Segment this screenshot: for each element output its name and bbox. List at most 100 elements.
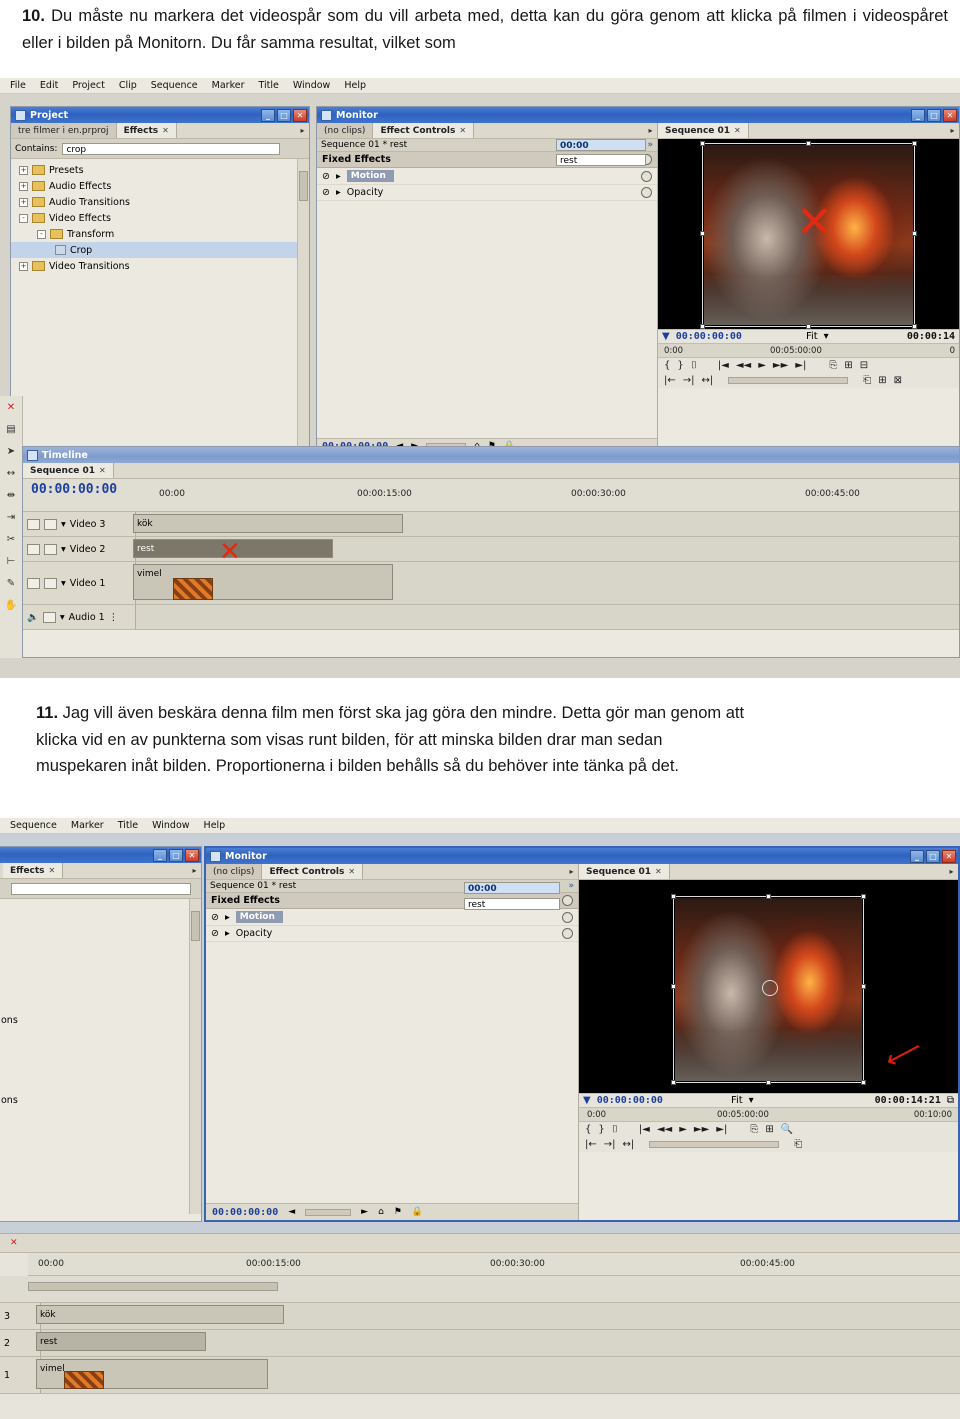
tab-effects-2[interactable]: Effects ✕ <box>3 863 64 878</box>
expander-icon[interactable]: ▸ <box>336 171 341 182</box>
menu-bar-1[interactable]: File Edit Project Clip Sequence Marker T… <box>0 78 960 94</box>
selection-handle-tc[interactable] <box>765 894 771 899</box>
minimize-icon[interactable]: _ <box>910 849 924 863</box>
selection-handle-tl[interactable] <box>700 141 705 146</box>
effects-tree[interactable]: + Presets + Audio Effects + Audio Transi… <box>11 159 309 447</box>
contains-input[interactable]: crop <box>62 142 281 155</box>
maximize-icon[interactable]: □ <box>169 848 183 862</box>
timeline-track-video-1[interactable]: ▾ Video 1 vimel <box>23 562 959 605</box>
tab-close-icon[interactable]: ✕ <box>162 126 169 135</box>
timeline-track-video-3[interactable]: ▾ Video 3 kök <box>23 512 959 537</box>
expander-icon[interactable]: + <box>19 181 28 191</box>
multicam-icon[interactable]: ⊞ <box>878 375 886 386</box>
tab-close-icon[interactable]: ✕ <box>348 867 355 876</box>
minimize-icon[interactable]: _ <box>261 108 275 122</box>
tree-item-fragment-2[interactable]: ons <box>0 1092 201 1108</box>
step-back-icon[interactable]: ◄◄ <box>736 360 751 371</box>
tabstrip-menu-icon[interactable]: ▸ <box>946 123 959 138</box>
effect-row-opacity[interactable]: ⊘ ▸ Opacity <box>317 185 657 201</box>
play-icon[interactable]: ► <box>758 360 766 371</box>
ripple-edit-tool-icon[interactable]: ⇹ <box>0 484 22 506</box>
pen-tool-icon[interactable]: ✎ <box>0 572 22 594</box>
tab-close-icon[interactable]: ✕ <box>49 866 56 875</box>
tree-item-fragment-1[interactable]: ons <box>0 1012 201 1028</box>
track-header-video-1[interactable]: ▾ Video 1 <box>23 562 136 604</box>
monitor-window-buttons[interactable]: _ □ ✕ <box>911 108 957 122</box>
program-video-view[interactable]: ✕ <box>658 139 959 329</box>
tab-close-icon[interactable]: ✕ <box>10 1238 18 1248</box>
tree-item-video-effects[interactable]: - Video Effects <box>11 210 309 226</box>
timeline-ruler-2[interactable]: 00:00 00:00:15:00 00:00:30:00 00:00:45:0… <box>28 1253 960 1276</box>
close-tool-icon[interactable]: ✕ <box>0 396 22 418</box>
tree-item-audio-effects[interactable]: + Audio Effects <box>11 178 309 194</box>
goto-out-icon[interactable]: ►| <box>795 360 806 371</box>
maximize-icon[interactable]: □ <box>277 108 291 122</box>
selection-handle-tr[interactable] <box>861 894 866 899</box>
effect-row-motion[interactable]: ⊘ ▸ Motion <box>317 168 657 185</box>
lift-icon[interactable]: ⎘ <box>750 1124 758 1135</box>
program-transport-row-1[interactable]: { } ⌷ |◄ ◄◄ ► ►► ►| ⎘ ⊞ ⊟ <box>658 358 959 373</box>
tree-item-presets[interactable]: + Presets <box>11 162 309 178</box>
expander-icon[interactable]: ▸ <box>225 928 230 939</box>
safe-margins-icon[interactable]: ⊠ <box>894 375 902 386</box>
stopwatch-icon[interactable] <box>641 170 652 182</box>
expander-icon[interactable]: - <box>19 213 28 223</box>
selection-handle-ml[interactable] <box>700 231 705 236</box>
selection-tool-icon[interactable]: ➤ <box>0 440 22 462</box>
tab-no-clips-2[interactable]: (no clips) <box>206 864 263 879</box>
program-fit-label[interactable]: Fit <box>806 331 818 342</box>
close-icon[interactable]: ✕ <box>943 108 957 122</box>
program-tabstrip-2[interactable]: Sequence 01 ✕ ▸ <box>579 864 958 880</box>
selection-handle-bc[interactable] <box>765 1080 771 1085</box>
program-ruler-2[interactable]: 0:00 00:05:00:00 00:10:00 <box>579 1107 958 1122</box>
extract-icon[interactable]: ⊞ <box>765 1124 773 1135</box>
program-ruler[interactable]: 0:00 00:05:00:00 0 <box>658 343 959 358</box>
timeline-tabstrip-2[interactable]: ✕ <box>0 1234 960 1253</box>
project-window-buttons-2[interactable]: _ □ ✕ <box>153 848 199 862</box>
selection-handle-bl[interactable] <box>700 324 705 329</box>
menu-item-edit[interactable]: Edit <box>40 80 58 91</box>
menu-item-help[interactable]: Help <box>344 80 366 91</box>
menu-item-marker[interactable]: Marker <box>212 80 245 91</box>
fx-toggle-icon[interactable]: ⊘ <box>322 171 330 182</box>
close-icon[interactable]: ✕ <box>293 108 307 122</box>
timeline-ruler[interactable]: 00:00 00:00:15:00 00:00:30:00 00:00:45:0… <box>133 479 959 499</box>
selection-handle-br[interactable] <box>861 1080 866 1085</box>
fx-toggle-icon[interactable]: ⊘ <box>211 912 219 923</box>
lock-icon[interactable] <box>44 518 57 530</box>
menu-item-sequence[interactable]: Sequence <box>10 820 57 831</box>
effect-row-motion-2[interactable]: ⊘ ▸ Motion <box>206 909 578 926</box>
set-marker-icon[interactable]: ⌷ <box>612 1124 618 1135</box>
tabstrip-menu-icon[interactable]: ▸ <box>945 864 958 879</box>
speaker-icon[interactable]: 🔈 <box>27 612 39 623</box>
keyframe-next-icon[interactable]: ► <box>361 1207 368 1217</box>
program-video-view-2[interactable]: ⟵ <box>579 880 958 1093</box>
minimize-icon[interactable]: _ <box>911 108 925 122</box>
tabstrip-menu-icon[interactable]: ▸ <box>565 864 578 879</box>
effect-controls-tabstrip-2[interactable]: (no clips) Effect Controls ✕ ▸ <box>206 864 578 880</box>
slip-tool-icon[interactable]: ⊢ <box>0 550 22 572</box>
set-marker-icon[interactable]: ⌷ <box>691 360 697 371</box>
selection-handle-br[interactable] <box>912 324 917 329</box>
program-fit-label-2[interactable]: Fit <box>731 1095 743 1106</box>
tools-palette[interactable]: ✕ ▤ ➤ ↔ ⇹ ⇥ ✂ ⊢ ✎ ✋ <box>0 396 23 658</box>
clip-thumb-icon[interactable]: ▤ <box>0 418 22 440</box>
tabstrip-menu-icon[interactable]: ▸ <box>644 123 657 138</box>
track-header-2[interactable]: 2 <box>0 1330 41 1356</box>
loop-out-icon[interactable]: →| <box>604 1139 616 1150</box>
jog-shuttle-slider[interactable] <box>728 377 849 384</box>
timeline-workarea-bar[interactable] <box>0 1276 960 1303</box>
set-in-point-icon[interactable]: { <box>585 1124 591 1135</box>
tab-effects[interactable]: Effects ✕ <box>116 123 177 138</box>
menu-item-sequence[interactable]: Sequence <box>151 80 198 91</box>
eye-icon[interactable] <box>27 577 40 589</box>
eye-icon[interactable] <box>27 518 40 530</box>
rate-stretch-tool-icon[interactable]: ⇥ <box>0 506 22 528</box>
fx-toggle-icon[interactable]: ⊘ <box>211 928 219 939</box>
keyframe-prev-icon[interactable]: ◄ <box>288 1207 295 1217</box>
close-icon[interactable]: ✕ <box>942 849 956 863</box>
eye-icon[interactable] <box>27 543 40 555</box>
marker-icon[interactable]: ⚑ <box>394 1207 402 1217</box>
selection-handle-ml[interactable] <box>671 983 676 989</box>
expander-icon[interactable]: - <box>37 229 46 239</box>
